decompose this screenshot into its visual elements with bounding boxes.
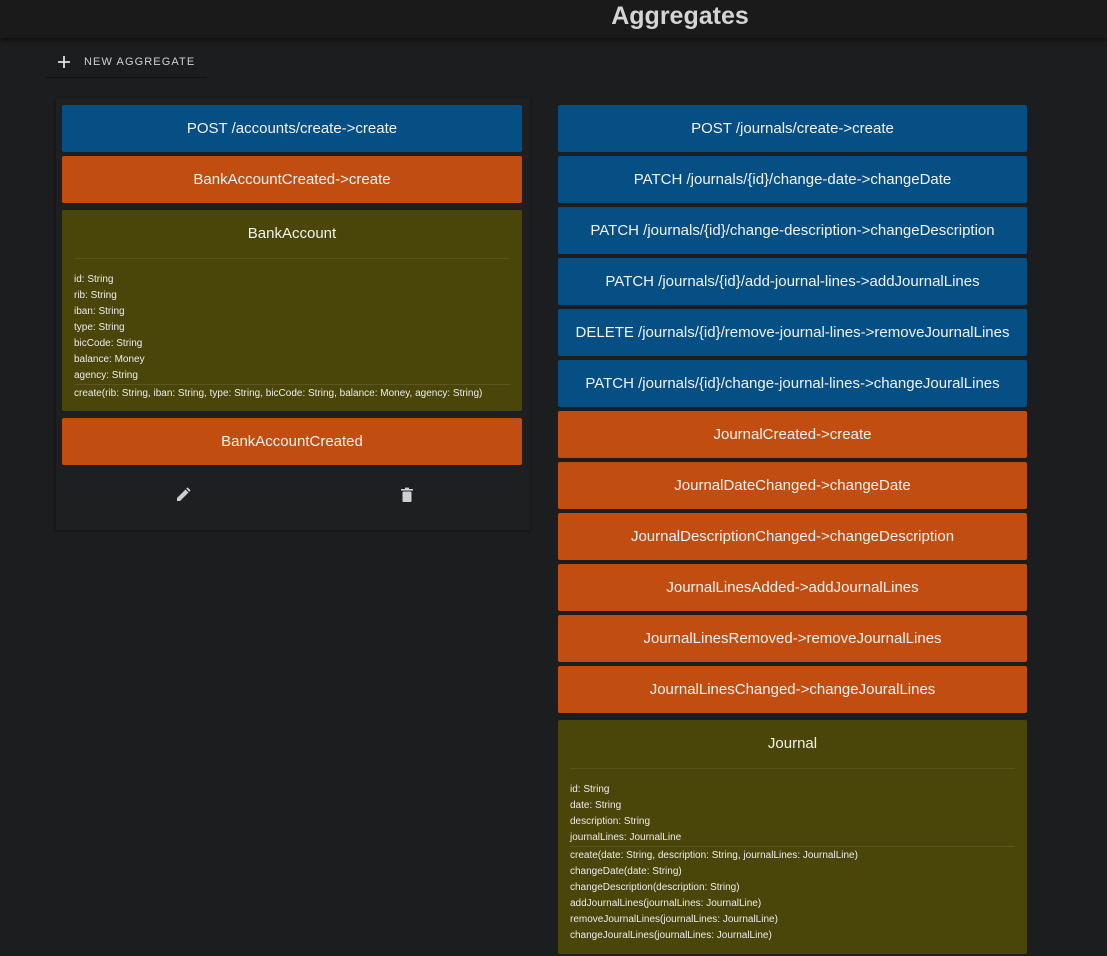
event-bar[interactable]: BankAccountCreated [62,418,522,465]
field-item: type: String [74,322,125,333]
command-bar[interactable]: POST /journals/create->create [558,105,1027,152]
method-item: create(rib: String, iban: String, type: … [74,388,483,399]
field-item: date: String [570,800,622,811]
app-bar: Aggregates [0,0,1107,38]
event-handler-label: JournalDescriptionChanged->changeDescrip… [630,528,955,545]
aggregate-name: BankAccount [74,210,510,259]
plus-icon [58,56,70,68]
command-label: PATCH /journals/{id}/change-journal-line… [585,375,1000,392]
event-handler-label: JournalLinesChanged->changeJouralLines [649,681,936,698]
event-label: BankAccountCreated [221,433,363,450]
method-item: removeJournalLines(journalLines: Journal… [570,914,778,925]
page-title: Aggregates [611,2,749,30]
aggregate-box-bankaccount[interactable]: BankAccount id: String rib: String iban:… [62,210,522,411]
event-handler-bar[interactable]: JournalCreated->create [558,411,1027,458]
field-item: description: String [570,816,651,827]
command-label: POST /journals/create->create [691,120,894,137]
method-divider [74,384,510,385]
event-handler-label: BankAccountCreated->create [193,171,391,188]
field-item: id: String [570,784,610,795]
event-handler-bar[interactable]: JournalDescriptionChanged->changeDescrip… [558,513,1027,560]
event-handler-bar[interactable]: BankAccountCreated->create [62,156,522,203]
event-handler-bar[interactable]: JournalLinesRemoved->removeJournalLines [558,615,1027,662]
method-item: addJournalLines(journalLines: JournalLin… [570,898,762,909]
field-item: id: String [74,274,114,285]
method-item: changeDescription(description: String) [570,882,740,893]
method-list: create(date: String, description: String… [558,848,1027,944]
command-bar[interactable]: PATCH /journals/{id}/change-date->change… [558,156,1027,203]
event-handler-bar[interactable]: JournalLinesAdded->addJournalLines [558,564,1027,611]
pencil-icon[interactable] [175,487,191,503]
new-aggregate-button[interactable]: NEW AGGREGATE [46,47,208,78]
method-item: changeJouralLines(journalLines: JournalL… [570,930,772,941]
method-list: create(rib: String, iban: String, type: … [62,386,522,402]
method-divider [570,846,1015,847]
command-bar[interactable]: PATCH /journals/{id}/change-journal-line… [558,360,1027,407]
event-handler-bar[interactable]: JournalDateChanged->changeDate [558,462,1027,509]
field-item: bicCode: String [74,338,143,349]
field-item: agency: String [74,370,138,381]
event-handler-label: JournalLinesAdded->addJournalLines [666,579,919,596]
command-label: PATCH /journals/{id}/change-description-… [590,222,995,239]
command-label: PATCH /journals/{id}/change-date->change… [633,171,952,188]
aggregate-name: Journal [570,720,1015,769]
command-label: POST /accounts/create->create [186,120,398,137]
command-label: PATCH /journals/{id}/add-journal-lines->… [605,273,980,290]
field-item: rib: String [74,290,117,301]
command-bar[interactable]: POST /accounts/create->create [62,105,522,152]
event-handler-bar[interactable]: JournalLinesChanged->changeJouralLines [558,666,1027,713]
new-aggregate-label: NEW AGGREGATE [84,56,196,68]
aggregate-box-journal[interactable]: Journal id: String date: String descript… [558,720,1027,954]
field-list: id: String date: String description: Str… [558,782,1027,846]
command-bar[interactable]: PATCH /journals/{id}/change-description-… [558,207,1027,254]
event-handler-label: JournalLinesRemoved->removeJournalLines [643,630,942,647]
command-label: DELETE /journals/{id}/remove-journal-lin… [575,324,1010,341]
field-item: journalLines: JournalLine [570,832,682,843]
method-item: changeDate(date: String) [570,866,682,877]
event-handler-label: JournalDateChanged->changeDate [674,477,911,494]
command-bar[interactable]: DELETE /journals/{id}/remove-journal-lin… [558,309,1027,356]
method-item: create(date: String, description: String… [570,850,858,861]
field-list: id: String rib: String iban: String type… [62,272,522,384]
field-item: balance: Money [74,354,145,365]
trash-icon[interactable] [399,487,415,503]
event-handler-label: JournalCreated->create [713,426,872,443]
command-bar[interactable]: PATCH /journals/{id}/add-journal-lines->… [558,258,1027,305]
field-item: iban: String [74,306,125,317]
